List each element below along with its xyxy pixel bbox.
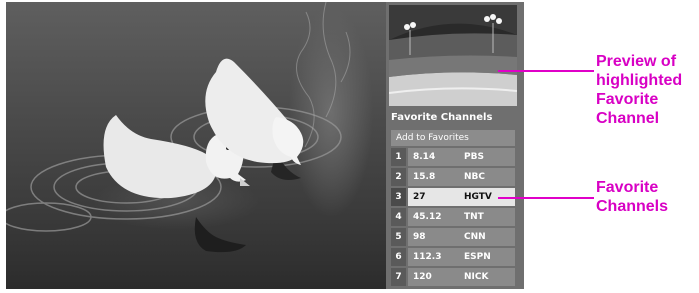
- channel-name: CNN: [464, 232, 486, 242]
- channel-number: 112.3: [413, 252, 442, 262]
- add-to-favorites-button[interactable]: Add to Favorites: [391, 130, 515, 146]
- favorite-channel-row[interactable]: 3 27 HGTV: [391, 188, 515, 206]
- preview-callout-line: [498, 70, 594, 72]
- channel-index: 5: [391, 228, 406, 246]
- preview-window: [389, 5, 517, 106]
- channel-index: 2: [391, 168, 406, 186]
- favorite-channel-row[interactable]: 1 8.14 PBS: [391, 148, 515, 166]
- channel-name: NICK: [464, 272, 489, 282]
- channel-number: 27: [413, 192, 426, 202]
- callout-line-3: Favorite: [596, 91, 659, 108]
- channel-index: 3: [391, 188, 406, 206]
- channel-number: 120: [413, 272, 432, 282]
- favorite-channel-list: 1 8.14 PBS 2 15.8 NBC 3 27 HGTV 4 45.12 TNT 5 98 CNN 6 1…: [391, 148, 515, 288]
- channel-number: 8.14: [413, 152, 436, 162]
- ducks-image: [6, 2, 351, 253]
- channel-name: PBS: [464, 152, 484, 162]
- channel-index: 4: [391, 208, 406, 226]
- favorites-panel: Favorite Channels Add to Favorites 1 8.14…: [386, 2, 524, 289]
- favorite-channel-row[interactable]: 7 120 NICK: [391, 268, 515, 286]
- favorite-channel-row[interactable]: 4 45.12 TNT: [391, 208, 515, 226]
- preview-callout-label: Preview of highlighted Favorite Channel: [596, 52, 682, 128]
- channel-name: HGTV: [464, 192, 492, 202]
- channel-name: NBC: [464, 172, 485, 182]
- channel-number: 15.8: [413, 172, 436, 182]
- stadium-preview-image: [389, 5, 517, 106]
- channel-number: 45.12: [413, 212, 442, 222]
- panel-title: Favorite Channels: [391, 112, 493, 123]
- callout-line-1: Favorite: [596, 179, 659, 196]
- favorite-channel-row[interactable]: 6 112.3 ESPN: [391, 248, 515, 266]
- callout-line-2: Channels: [596, 198, 669, 215]
- channel-index: 6: [391, 248, 406, 266]
- channel-index: 1: [391, 148, 406, 166]
- channel-name: TNT: [464, 212, 484, 222]
- callout-line-4: Channel: [596, 110, 660, 127]
- callout-line-1: Preview of: [596, 53, 677, 70]
- callout-line-2: highlighted: [596, 72, 683, 89]
- channel-name: ESPN: [464, 252, 491, 262]
- channel-number: 98: [413, 232, 426, 242]
- favorite-channel-row[interactable]: 5 98 CNN: [391, 228, 515, 246]
- channels-callout-label: Favorite Channels: [596, 178, 668, 216]
- main-video-picture: [6, 2, 386, 289]
- favorite-channel-row[interactable]: 2 15.8 NBC: [391, 168, 515, 186]
- channel-index: 7: [391, 268, 406, 286]
- channels-callout-line: [498, 197, 594, 199]
